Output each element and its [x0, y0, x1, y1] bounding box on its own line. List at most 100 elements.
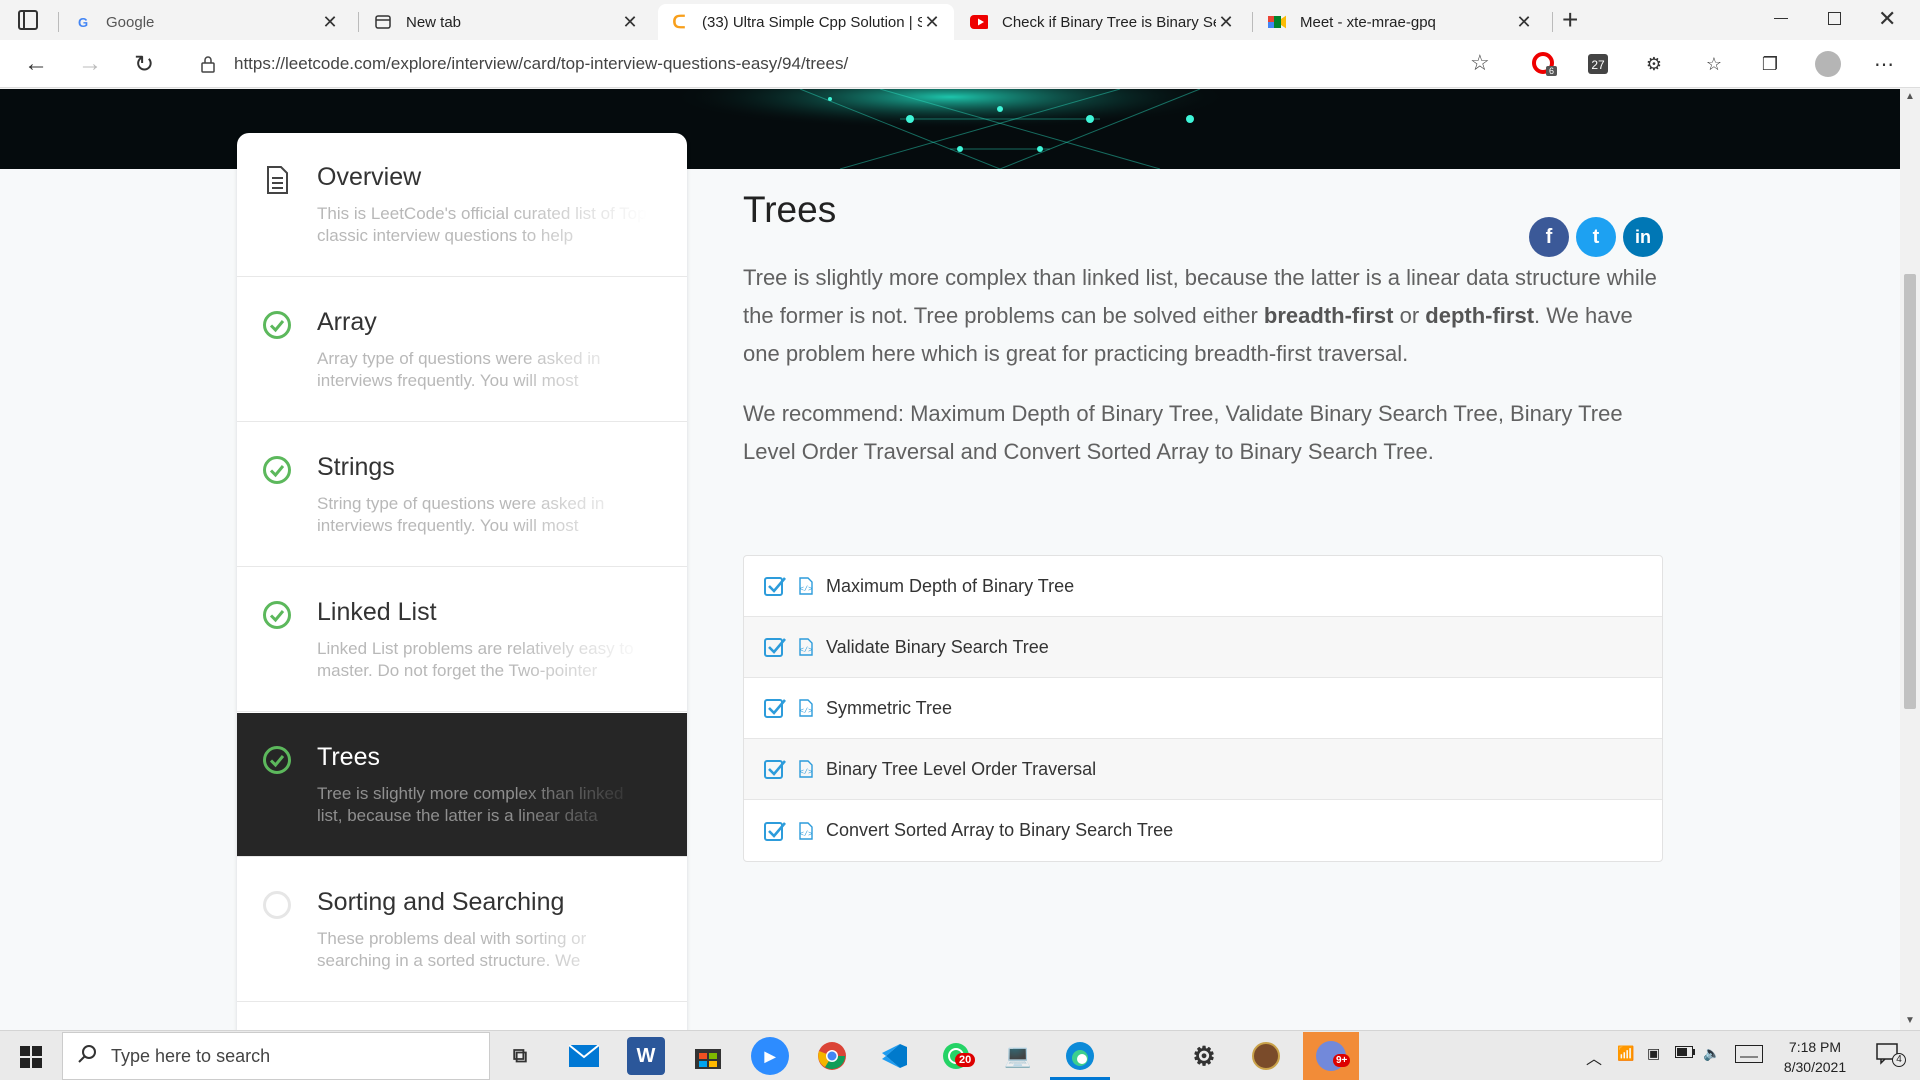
search-placeholder[interactable]: Type here to search — [111, 1046, 270, 1067]
sidebar-item-overview[interactable]: Overview This is LeetCode's official cur… — [237, 133, 687, 277]
profile-avatar-icon[interactable] — [1814, 50, 1842, 78]
mail-icon[interactable] — [565, 1037, 603, 1075]
laptop-app-icon[interactable]: 💻 — [999, 1037, 1037, 1075]
sidebar-item-linked-list[interactable]: Linked List Linked List problems are rel… — [237, 568, 687, 712]
chevron-up-icon[interactable]: ︿ — [1586, 1045, 1602, 1069]
game-app-icon[interactable] — [1247, 1037, 1285, 1075]
extensions-puzzle-icon[interactable]: ⚙ — [1640, 50, 1668, 78]
taskbar-search[interactable]: Type here to search — [62, 1032, 490, 1080]
device-icon[interactable]: ▣ — [1647, 1045, 1660, 1062]
new-tab-plus-icon[interactable]: + — [1562, 4, 1578, 36]
tab-actions-icon[interactable] — [18, 10, 38, 30]
tab-leetcode[interactable]: ᑕ (33) Ultra Simple Cpp Solution | S ✕ — [658, 4, 954, 40]
list-item[interactable]: </> Maximum Depth of Binary Tree — [744, 556, 1662, 617]
chapter-content: Trees f t in Tree is slightly more compl… — [743, 189, 1663, 471]
restore-icon[interactable] — [1828, 12, 1841, 25]
collections-icon[interactable]: ❐ — [1756, 50, 1784, 78]
leetcode-icon: ᑕ — [672, 11, 686, 32]
close-icon[interactable]: ✕ — [320, 12, 340, 33]
close-icon[interactable]: ✕ — [620, 12, 640, 33]
keyword-breadth-first: breadth-first — [1263, 303, 1394, 328]
list-item[interactable]: </> Binary Tree Level Order Traversal — [744, 739, 1662, 800]
lock-icon[interactable] — [200, 55, 216, 78]
question-title[interactable]: Binary Tree Level Order Traversal — [826, 759, 1096, 780]
favorites-icon[interactable]: ☆ — [1700, 50, 1728, 78]
list-item[interactable]: </> Convert Sorted Array to Binary Searc… — [744, 800, 1662, 861]
question-title[interactable]: Maximum Depth of Binary Tree — [826, 576, 1074, 597]
sidebar-item-desc: These problems deal with sorting or sear… — [317, 929, 587, 970]
sidebar-item-array[interactable]: Array Array type of questions were asked… — [237, 278, 687, 422]
discord-icon[interactable]: 9+ — [1303, 1032, 1359, 1080]
close-icon[interactable]: ✕ — [1514, 12, 1534, 33]
code-file-icon: </> — [799, 821, 813, 840]
checkbox-checked-icon[interactable] — [764, 820, 786, 842]
battery-icon[interactable] — [1675, 1045, 1695, 1061]
twitter-share-icon[interactable]: t — [1576, 217, 1616, 257]
zoom-icon[interactable]: ▶ — [751, 1037, 789, 1075]
refresh-icon[interactable]: ↻ — [128, 48, 160, 80]
intro-paragraph: Tree is slightly more complex than linke… — [743, 265, 1657, 366]
list-item[interactable]: </> Validate Binary Search Tree — [744, 617, 1662, 678]
sidebar-item-desc: This is LeetCode's official curated list… — [317, 204, 647, 245]
question-title[interactable]: Symmetric Tree — [826, 698, 952, 719]
checkbox-checked-icon[interactable] — [764, 575, 786, 597]
document-icon — [267, 166, 288, 194]
extension-opera-icon[interactable]: 6 — [1530, 50, 1558, 78]
question-title[interactable]: Validate Binary Search Tree — [826, 637, 1049, 658]
facebook-share-icon[interactable]: f — [1529, 217, 1569, 257]
sidebar-item-desc: String type of questions were asked in i… — [317, 494, 605, 535]
checkbox-checked-icon[interactable] — [764, 758, 786, 780]
question-list: </> Maximum Depth of Binary Tree </> Val… — [743, 555, 1663, 862]
sidebar-item-desc: Tree is slightly more complex than linke… — [317, 784, 624, 825]
url-box[interactable]: https://leetcode.com/explore/interview/c… — [180, 46, 1490, 82]
sidebar-item-sorting-searching[interactable]: Sorting and Searching These problems dea… — [237, 858, 687, 1002]
scroll-up-arrow-icon[interactable]: ▲ — [1905, 91, 1915, 102]
sidebar-item-strings[interactable]: Strings String type of questions were as… — [237, 423, 687, 567]
tab-new-tab[interactable]: New tab ✕ — [362, 4, 652, 40]
tab-youtube[interactable]: Check if Binary Tree is Binary Sea ✕ — [958, 4, 1248, 40]
scrollbar-thumb[interactable] — [1904, 274, 1916, 709]
scroll-down-arrow-icon[interactable]: ▼ — [1905, 1015, 1915, 1026]
page-scrollbar[interactable]: ▲ ▼ — [1900, 89, 1920, 1030]
word-icon[interactable]: W — [627, 1037, 665, 1075]
check-circle-icon — [263, 456, 291, 484]
system-clock[interactable]: 7:18 PM 8/30/2021 — [1760, 1037, 1870, 1077]
sidebar-item-trees[interactable]: Trees Tree is slightly more complex than… — [237, 713, 687, 857]
whatsapp-icon[interactable]: 20 — [937, 1037, 976, 1075]
settings-gear-icon[interactable]: ⚙ — [1185, 1037, 1223, 1075]
meet-icon — [1268, 13, 1286, 31]
keyboard-icon[interactable] — [1735, 1045, 1763, 1066]
windows-start-icon[interactable] — [20, 1046, 42, 1073]
linkedin-share-icon[interactable]: in — [1623, 217, 1663, 257]
sidebar-item-title: Strings — [317, 453, 395, 481]
close-icon[interactable]: ✕ — [922, 12, 942, 33]
task-view-icon[interactable]: ⧉ — [501, 1037, 539, 1075]
volume-icon[interactable]: 🔈 — [1703, 1045, 1720, 1062]
edge-icon[interactable] — [1061, 1037, 1099, 1075]
checkbox-checked-icon[interactable] — [764, 697, 786, 719]
favorite-add-icon[interactable]: ☆ — [1470, 50, 1490, 76]
back-icon[interactable]: ← — [20, 48, 52, 80]
chrome-icon[interactable] — [813, 1037, 851, 1075]
google-icon: G — [77, 14, 89, 30]
close-icon[interactable]: ✕ — [1216, 12, 1236, 33]
question-title[interactable]: Convert Sorted Array to Binary Search Tr… — [826, 820, 1173, 841]
window-close-icon[interactable]: ✕ — [1878, 6, 1896, 32]
browser-tab-bar: G Google ✕ New tab ✕ ᑕ (33) Ultra Simple… — [0, 0, 1920, 40]
list-item[interactable]: </> Symmetric Tree — [744, 678, 1662, 739]
empty-circle-icon — [263, 891, 291, 919]
tab-google[interactable]: G Google ✕ — [62, 4, 352, 40]
action-center-count: 4 — [1892, 1053, 1906, 1067]
extension-calendar-icon[interactable]: 27 — [1584, 50, 1612, 78]
action-center-icon[interactable]: 4 — [1876, 1043, 1906, 1068]
page-title: Trees — [743, 189, 837, 230]
checkbox-checked-icon[interactable] — [764, 636, 786, 658]
store-icon[interactable] — [689, 1037, 727, 1075]
wifi-icon[interactable]: 📶 — [1617, 1045, 1634, 1062]
forward-icon[interactable]: → — [74, 48, 106, 80]
url-text[interactable]: https://leetcode.com/explore/interview/c… — [234, 54, 848, 74]
tab-meet[interactable]: Meet - xte-mrae-gpq ✕ — [1256, 4, 1546, 40]
more-menu-icon[interactable]: ⋯ — [1870, 50, 1898, 78]
vscode-icon[interactable] — [875, 1037, 913, 1075]
minimize-icon[interactable] — [1774, 18, 1788, 19]
